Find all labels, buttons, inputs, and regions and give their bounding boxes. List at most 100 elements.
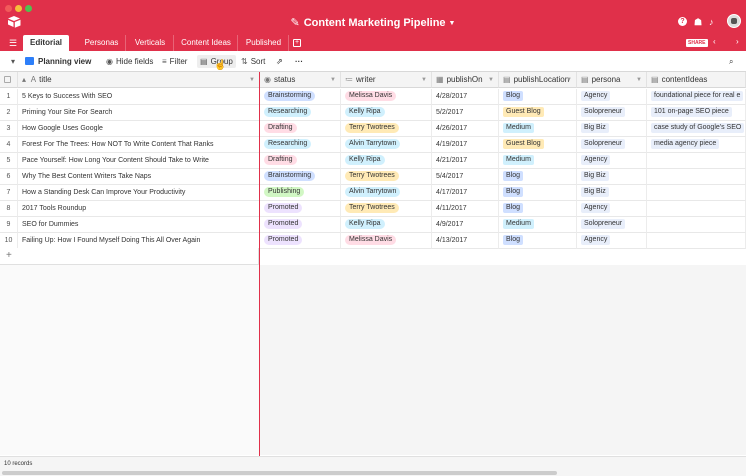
cell-persona[interactable]: Agency (577, 153, 647, 169)
row-number[interactable]: 7 (0, 185, 18, 201)
tab-verticals[interactable]: Verticals (127, 35, 174, 51)
cell-contentideas[interactable] (647, 217, 746, 233)
scroll-tabs-right-icon[interactable]: › (736, 37, 739, 46)
cell-publishon[interactable]: 4/21/2017 (432, 153, 499, 169)
select-all-checkbox[interactable] (0, 72, 18, 88)
cell-persona[interactable]: Big Biz (577, 121, 647, 137)
cell-title[interactable]: How Google Uses Google (18, 121, 260, 137)
cell-persona[interactable]: Agency (577, 89, 647, 105)
cell-publishon[interactable]: 4/11/2017 (432, 201, 499, 217)
row-number[interactable]: 8 (0, 201, 18, 217)
cell-contentideas[interactable]: media agency piece (647, 137, 746, 153)
cell-publishlocation[interactable]: Blog (499, 169, 577, 185)
cell-status[interactable]: Drafting (260, 153, 341, 169)
cell-publishlocation[interactable]: Blog (499, 89, 577, 105)
row-number[interactable]: 10 (0, 233, 18, 249)
column-header-persona[interactable]: ▤ persona ▼ (577, 72, 647, 88)
frozen-column-divider[interactable] (259, 72, 260, 476)
minimize-window-icon[interactable] (15, 5, 22, 12)
cell-contentideas[interactable] (647, 169, 746, 185)
cell-status[interactable]: Publishing (260, 185, 341, 201)
column-header-title[interactable]: ▴ Atitle ▼ (18, 72, 260, 88)
cell-title[interactable]: Failing Up: How I Found Myself Doing Thi… (18, 233, 260, 249)
cell-status[interactable]: Researching (260, 137, 341, 153)
cell-publishon[interactable]: 4/28/2017 (432, 89, 499, 105)
cell-publishlocation[interactable]: Guest Blog (499, 105, 577, 121)
cell-title[interactable]: 2017 Tools Roundup (18, 201, 260, 217)
cell-writer[interactable]: Terry Twotrees (341, 201, 432, 217)
chevron-down-icon[interactable]: ▼ (421, 72, 427, 87)
cell-title[interactable]: Pace Yourself: How Long Your Content Sho… (18, 153, 260, 169)
cell-contentideas[interactable]: 101 on-page SEO piece (647, 105, 746, 121)
cell-contentideas[interactable] (647, 201, 746, 217)
chevron-down-icon[interactable]: ▼ (249, 72, 255, 87)
cell-writer[interactable]: Kelly Ripa (341, 105, 432, 121)
column-header-status[interactable]: ◉ status ▼ (260, 72, 341, 88)
base-title[interactable]: ✎ Content Marketing Pipeline ▼ (0, 16, 746, 29)
cell-title[interactable]: 5 Keys to Success With SEO (18, 89, 260, 105)
row-number[interactable]: 2 (0, 105, 18, 121)
cell-writer[interactable]: Alvin Tarrytown (341, 137, 432, 153)
tab-personas[interactable]: Personas (78, 35, 126, 51)
cell-title[interactable]: Priming Your Site For Search (18, 105, 260, 121)
cell-persona[interactable]: Agency (577, 201, 647, 217)
cell-status[interactable]: Promoted (260, 217, 341, 233)
add-table-icon[interactable]: + (293, 39, 301, 47)
cell-status[interactable]: Researching (260, 105, 341, 121)
cell-publishlocation[interactable]: Medium (499, 121, 577, 137)
column-header-publishon[interactable]: ▦ publishOn ▼ (432, 72, 499, 88)
row-number[interactable]: 3 (0, 121, 18, 137)
cell-persona[interactable]: Solopreneur (577, 105, 647, 121)
cell-publishlocation[interactable]: Guest Blog (499, 137, 577, 153)
hide-fields-button[interactable]: ◉ Hide fields (106, 51, 153, 72)
add-record-button[interactable]: + (0, 248, 259, 265)
view-switcher-chevron-icon[interactable]: ▾ (11, 51, 15, 72)
row-number[interactable]: 4 (0, 137, 18, 153)
cell-contentideas[interactable]: foundational piece for real e (647, 89, 746, 105)
help-icon[interactable]: ? (678, 17, 687, 26)
tab-editorial[interactable]: Editorial (23, 35, 69, 51)
chevron-down-icon[interactable]: ▼ (566, 72, 572, 87)
cell-status[interactable]: Brainstorming (260, 89, 341, 105)
cell-publishlocation[interactable]: Blog (499, 201, 577, 217)
cell-title[interactable]: Why The Best Content Writers Take Naps (18, 169, 260, 185)
row-number[interactable]: 9 (0, 217, 18, 233)
cell-writer[interactable]: Terry Twotrees (341, 169, 432, 185)
chevron-down-icon[interactable]: ▼ (488, 72, 494, 87)
filter-button[interactable]: ≡ Filter (162, 51, 187, 72)
cell-publishlocation[interactable]: Blog (499, 233, 577, 249)
cell-status[interactable]: Brainstorming (260, 169, 341, 185)
cell-publishlocation[interactable]: Medium (499, 153, 577, 169)
cell-publishon[interactable]: 5/4/2017 (432, 169, 499, 185)
cell-status[interactable]: Promoted (260, 233, 341, 249)
cell-persona[interactable]: Big Biz (577, 185, 647, 201)
cell-persona[interactable]: Solopreneur (577, 217, 647, 233)
hamburger-menu-icon[interactable]: ☰ (9, 38, 17, 49)
chevron-down-icon[interactable]: ▼ (330, 72, 336, 87)
tab-published[interactable]: Published (239, 35, 289, 51)
cell-publishon[interactable]: 5/2/2017 (432, 105, 499, 121)
search-icon[interactable]: ⌕ (729, 51, 733, 72)
cell-publishon[interactable]: 4/26/2017 (432, 121, 499, 137)
column-header-contentideas[interactable]: ▤ contentIdeas (647, 72, 746, 88)
share-button[interactable]: SHARE (686, 39, 708, 47)
chevron-down-icon[interactable]: ▼ (636, 72, 642, 87)
cell-title[interactable]: Forest For The Trees: How NOT To Write C… (18, 137, 260, 153)
cell-persona[interactable]: Solopreneur (577, 137, 647, 153)
column-header-writer[interactable]: ≔ writer ▼ (341, 72, 432, 88)
cell-writer[interactable]: Melissa Davis (341, 89, 432, 105)
close-window-icon[interactable] (5, 5, 12, 12)
cell-publishon[interactable]: 4/19/2017 (432, 137, 499, 153)
cell-persona[interactable]: Big Biz (577, 169, 647, 185)
tab-content-ideas[interactable]: Content Ideas (175, 35, 238, 51)
sort-button[interactable]: ⇅ Sort (241, 51, 265, 72)
cell-writer[interactable]: Kelly Ripa (341, 153, 432, 169)
cell-writer[interactable]: Alvin Tarrytown (341, 185, 432, 201)
cell-persona[interactable]: Agency (577, 233, 647, 249)
cell-publishlocation[interactable]: Medium (499, 217, 577, 233)
cell-title[interactable]: SEO for Dummies (18, 217, 260, 233)
cell-status[interactable]: Drafting (260, 121, 341, 137)
cell-contentideas[interactable] (647, 233, 746, 249)
row-number[interactable]: 1 (0, 89, 18, 105)
row-number[interactable]: 6 (0, 169, 18, 185)
